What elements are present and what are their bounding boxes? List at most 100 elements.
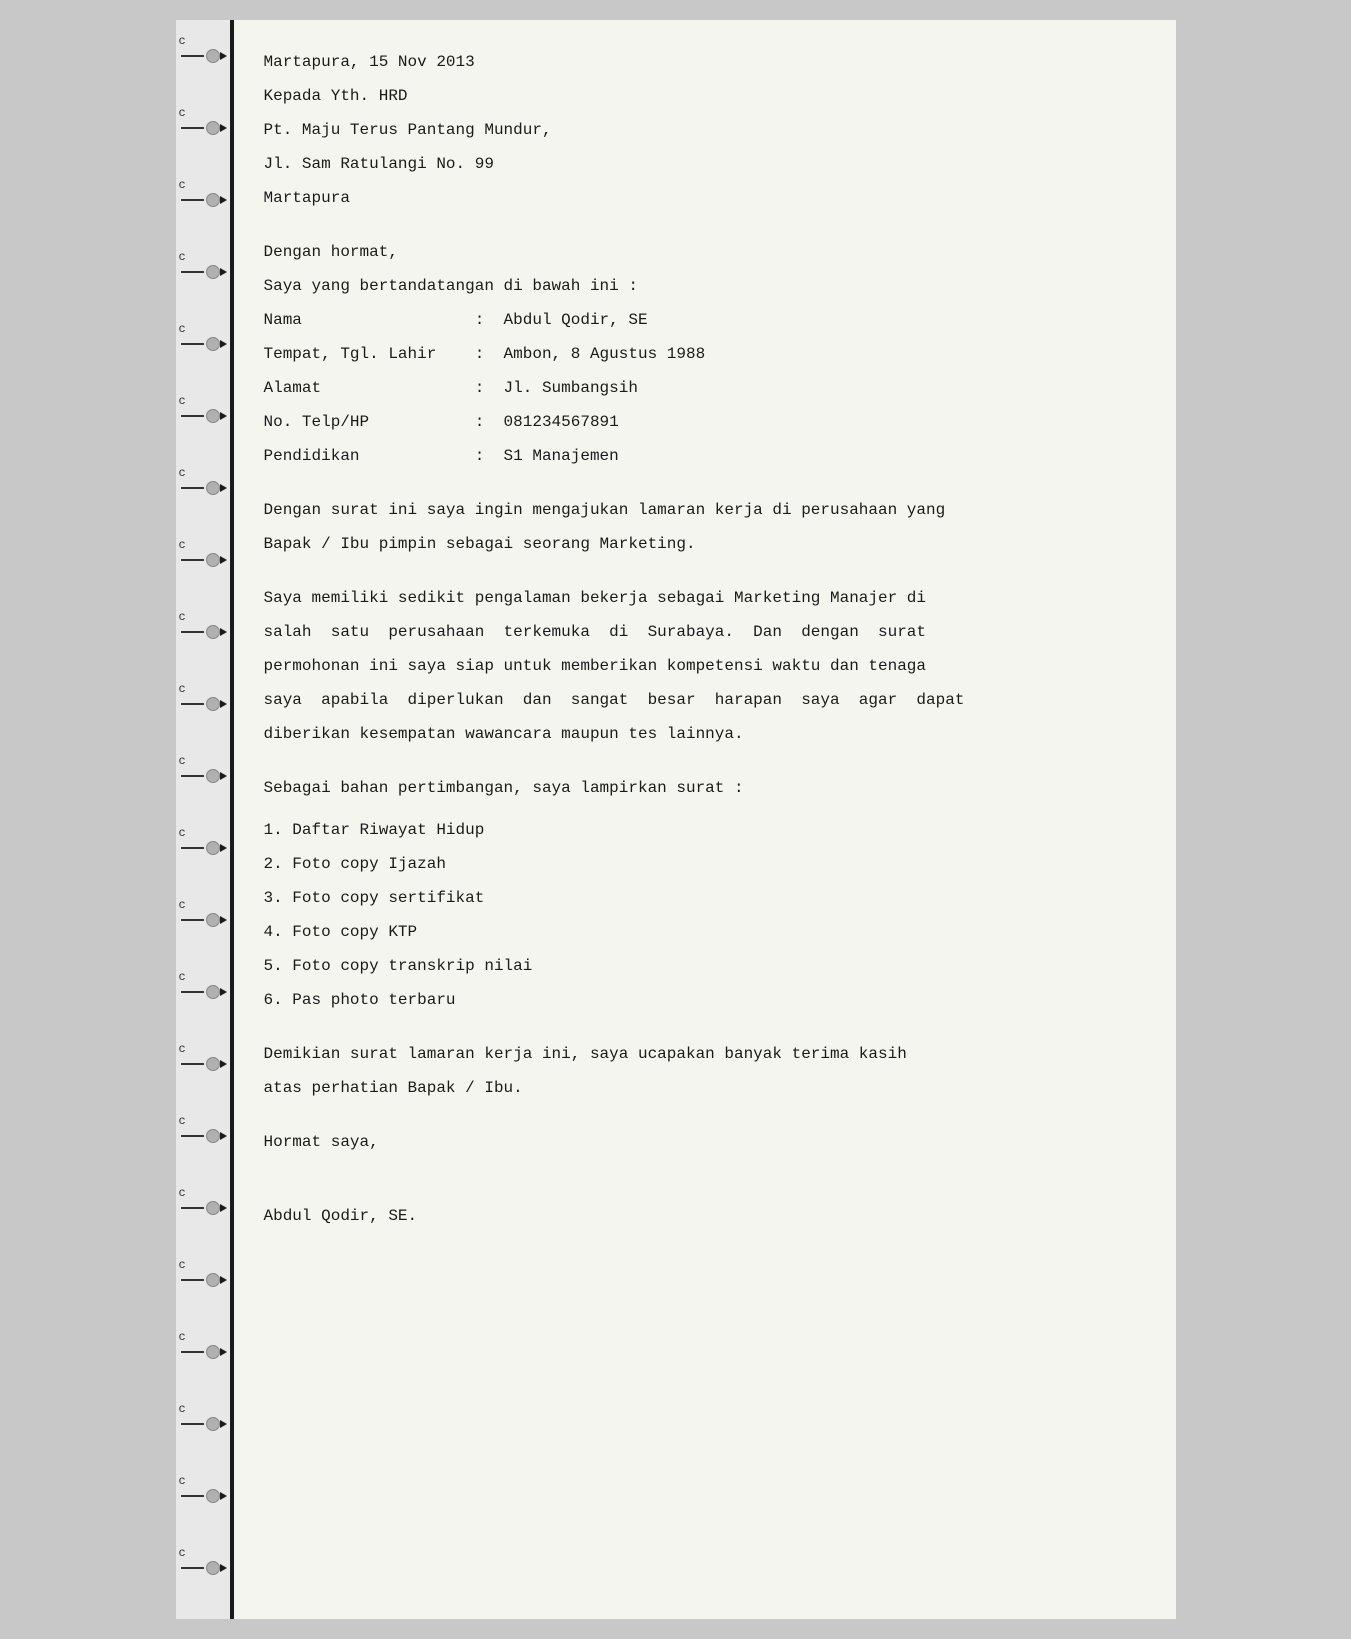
punch-dash	[181, 1279, 204, 1281]
punch-group-17: c	[176, 1187, 230, 1215]
spacer-3	[264, 566, 1136, 586]
letter-content: Martapura, 15 Nov 2013 Kepada Yth. HRD P…	[234, 20, 1176, 1619]
punch-arrow	[220, 268, 227, 276]
punch-hole	[206, 193, 220, 207]
punch-dash	[181, 1063, 204, 1065]
punch-dash	[181, 487, 204, 489]
punch-row	[176, 1561, 230, 1575]
punch-label: c	[176, 1259, 186, 1271]
punch-hole	[206, 841, 220, 855]
punch-dash	[181, 631, 204, 633]
punch-group-16: c	[176, 1115, 230, 1143]
punch-label: c	[176, 827, 186, 839]
punch-row	[176, 985, 230, 999]
punch-group-1: c	[176, 35, 230, 63]
punch-dash	[181, 703, 204, 705]
punch-arrow	[220, 412, 227, 420]
punch-label: c	[176, 1331, 186, 1343]
punch-row	[176, 1273, 230, 1287]
line-signoff: Hormat saya,	[264, 1130, 1136, 1162]
punch-row	[176, 625, 230, 639]
closing-text-1: Demikian surat lamaran kerja ini, saya u…	[264, 1042, 1136, 1068]
punch-group-8: c	[176, 539, 230, 567]
punch-group-18: c	[176, 1259, 230, 1287]
punch-dash	[181, 343, 204, 345]
punch-hole	[206, 1561, 220, 1575]
punch-group-7: c	[176, 467, 230, 495]
line-exp-3: permohonan ini saya siap untuk memberika…	[264, 654, 1136, 686]
punch-hole	[206, 1129, 220, 1143]
punch-dash	[181, 1207, 204, 1209]
recipient-text-1: Kepada Yth. HRD	[264, 84, 1136, 110]
line-recipient-2: Pt. Maju Terus Pantang Mundur,	[264, 118, 1136, 150]
punch-dash	[181, 775, 204, 777]
punch-group-21: c	[176, 1475, 230, 1503]
punch-hole	[206, 913, 220, 927]
punch-label: c	[176, 1043, 186, 1055]
greeting-text: Dengan hormat,	[264, 240, 1136, 266]
punch-hole	[206, 1201, 220, 1215]
attach-text-4: 4. Foto copy KTP	[264, 920, 1136, 946]
punch-arrow	[220, 1420, 227, 1428]
line-name: Nama : Abdul Qodir, SE	[264, 308, 1136, 340]
line-date: Martapura, 15 Nov 2013	[264, 50, 1136, 82]
punch-row	[176, 1129, 230, 1143]
attach-text-1: 1. Daftar Riwayat Hidup	[264, 818, 1136, 844]
punch-group-15: c	[176, 1043, 230, 1071]
punch-hole	[206, 121, 220, 135]
punch-hole	[206, 1489, 220, 1503]
line-education: Pendidikan : S1 Manajemen	[264, 444, 1136, 476]
punch-dash	[181, 991, 204, 993]
closing-text-2: atas perhatian Bapak / Ibu.	[264, 1076, 1136, 1102]
punch-row	[176, 913, 230, 927]
line-recipient-4: Martapura	[264, 186, 1136, 218]
line-address: Alamat : Jl. Sumbangsih	[264, 376, 1136, 408]
punch-arrow	[220, 1204, 227, 1212]
phone-text: No. Telp/HP : 081234567891	[264, 410, 1136, 436]
punch-arrow	[220, 1276, 227, 1284]
line-purpose-1: Dengan surat ini saya ingin mengajukan l…	[264, 498, 1136, 530]
punch-hole	[206, 337, 220, 351]
punch-label: c	[176, 971, 186, 983]
punch-arrow	[220, 52, 227, 60]
line-attach-5: 5. Foto copy transkrip nilai	[264, 954, 1136, 986]
spacer-1	[264, 220, 1136, 240]
punch-row	[176, 1417, 230, 1431]
exp-text-4: saya apabila diperlukan dan sangat besar…	[264, 688, 1136, 714]
punch-dash	[181, 559, 204, 561]
spacer-7	[264, 1110, 1136, 1130]
punch-row	[176, 841, 230, 855]
punch-hole	[206, 1057, 220, 1071]
punch-row	[176, 409, 230, 423]
punch-hole	[206, 1345, 220, 1359]
line-attach-1: 1. Daftar Riwayat Hidup	[264, 818, 1136, 850]
signoff-text: Hormat saya,	[264, 1130, 1136, 1156]
line-attach-4: 4. Foto copy KTP	[264, 920, 1136, 952]
line-attach-6: 6. Pas photo terbaru	[264, 988, 1136, 1020]
punch-row	[176, 553, 230, 567]
punch-group-20: c	[176, 1403, 230, 1431]
purpose-text-1: Dengan surat ini saya ingin mengajukan l…	[264, 498, 1136, 524]
recipient-text-2: Pt. Maju Terus Pantang Mundur,	[264, 118, 1136, 144]
line-phone: No. Telp/HP : 081234567891	[264, 410, 1136, 442]
punch-arrow	[220, 700, 227, 708]
punch-label: c	[176, 755, 186, 767]
punch-group-9: c	[176, 611, 230, 639]
punch-dash	[181, 271, 204, 273]
punch-label: c	[176, 107, 186, 119]
name-text: Nama : Abdul Qodir, SE	[264, 308, 1136, 334]
line-attach-intro: Sebagai bahan pertimbangan, saya lampirk…	[264, 776, 1136, 808]
punch-label: c	[176, 35, 186, 47]
punch-label: c	[176, 251, 186, 263]
punch-group-14: c	[176, 971, 230, 999]
punch-arrow	[220, 1132, 227, 1140]
left-margin: c c c c	[176, 20, 234, 1619]
spacer-4	[264, 756, 1136, 776]
exp-text-2: salah satu perusahaan terkemuka di Surab…	[264, 620, 1136, 646]
line-exp-1: Saya memiliki sedikit pengalaman bekerja…	[264, 586, 1136, 618]
punch-row	[176, 1201, 230, 1215]
punch-hole	[206, 1273, 220, 1287]
punch-arrow	[220, 628, 227, 636]
punch-label: c	[176, 1475, 186, 1487]
punch-hole	[206, 481, 220, 495]
